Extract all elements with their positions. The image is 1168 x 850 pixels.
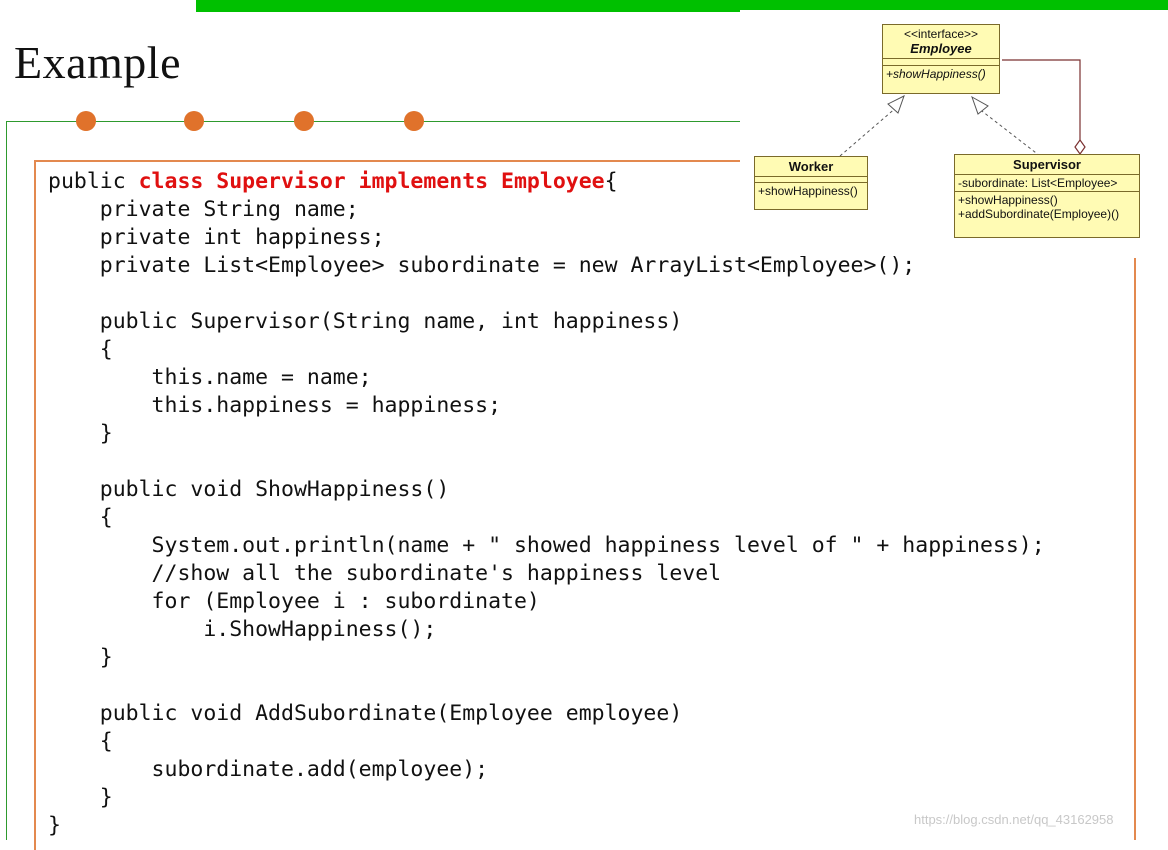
uml-class-name: Worker: [788, 159, 834, 174]
code-line: for (Employee i : subordinate): [48, 588, 1045, 616]
title-divider: [6, 121, 742, 122]
code-text: {: [48, 729, 113, 754]
code-line: subordinate.add(employee);: [48, 756, 1045, 784]
code-block: public class Supervisor implements Emplo…: [48, 168, 1045, 840]
code-line: public void AddSubordinate(Employee empl…: [48, 700, 1045, 728]
code-text: public: [48, 169, 139, 194]
code-text: private List<Employee> subordinate = new…: [48, 253, 916, 278]
code-text: {: [604, 169, 618, 194]
uml-class-name: Employee: [910, 41, 972, 56]
code-text: System.out.println(name + " showed happi…: [48, 533, 1045, 558]
uml-class-name: Supervisor: [1013, 157, 1081, 172]
code-line: }: [48, 784, 1045, 812]
code-line: {: [48, 504, 1045, 532]
code-text: public void ShowHappiness(): [48, 477, 450, 502]
code-line: }: [48, 420, 1045, 448]
code-text: for (Employee i : subordinate): [48, 589, 540, 614]
code-text: {: [48, 505, 113, 530]
code-line: this.name = name;: [48, 364, 1045, 392]
code-text: }: [48, 813, 61, 838]
left-divider: [6, 121, 7, 840]
code-line: this.happiness = happiness;: [48, 392, 1045, 420]
code-line: }: [48, 812, 1045, 840]
uml-method: +showHappiness(): [958, 193, 1058, 207]
code-text: this.name = name;: [48, 365, 372, 390]
code-line: private List<Employee> subordinate = new…: [48, 252, 1045, 280]
uml-attributes-empty: [883, 58, 999, 65]
uml-class-worker: Worker +showHappiness(): [754, 156, 868, 210]
uml-class-employee: <<interface>> Employee +showHappiness(): [882, 24, 1000, 94]
code-line: System.out.println(name + " showed happi…: [48, 532, 1045, 560]
code-line: {: [48, 336, 1045, 364]
code-frame-right-edge: [1134, 258, 1136, 840]
decor-dot: [294, 111, 314, 131]
slide-title: Example: [14, 37, 181, 88]
code-text: public void AddSubordinate(Employee empl…: [48, 701, 683, 726]
uml-stereotype: <<interface>>: [903, 27, 979, 41]
code-line: {: [48, 728, 1045, 756]
code-line: public Supervisor(String name, int happi…: [48, 308, 1045, 336]
uml-method: +addSubordinate(Employee)(): [958, 207, 1120, 221]
code-line: i.ShowHappiness();: [48, 616, 1045, 644]
uml-attribute: -subordinate: List<Employee>: [955, 174, 1139, 191]
code-text: private String name;: [48, 197, 359, 222]
uml-methods: +showHappiness() +addSubordinate(Employe…: [955, 191, 1139, 222]
decor-dot: [184, 111, 204, 131]
code-text: //show all the subordinate's happiness l…: [48, 561, 722, 586]
code-text: }: [48, 645, 113, 670]
decor-dot: [404, 111, 424, 131]
code-line: }: [48, 644, 1045, 672]
code-line: //show all the subordinate's happiness l…: [48, 560, 1045, 588]
decor-dot: [76, 111, 96, 131]
code-text: public Supervisor(String name, int happi…: [48, 309, 683, 334]
watermark: https://blog.csdn.net/qq_43162958: [914, 812, 1114, 827]
code-text: subordinate.add(employee);: [48, 757, 489, 782]
code-text: }: [48, 785, 113, 810]
code-text: this.happiness = happiness;: [48, 393, 502, 418]
code-text: }: [48, 421, 113, 446]
code-text: {: [48, 337, 113, 362]
uml-method: +showHappiness(): [883, 65, 999, 82]
code-text: private int happiness;: [48, 225, 385, 250]
code-text: i.ShowHappiness();: [48, 617, 437, 642]
uml-class-supervisor: Supervisor -subordinate: List<Employee> …: [954, 154, 1140, 238]
code-line: public void ShowHappiness(): [48, 476, 1045, 504]
uml-method: +showHappiness(): [755, 182, 867, 199]
code-keyword: class Supervisor implements Employee: [138, 169, 605, 194]
